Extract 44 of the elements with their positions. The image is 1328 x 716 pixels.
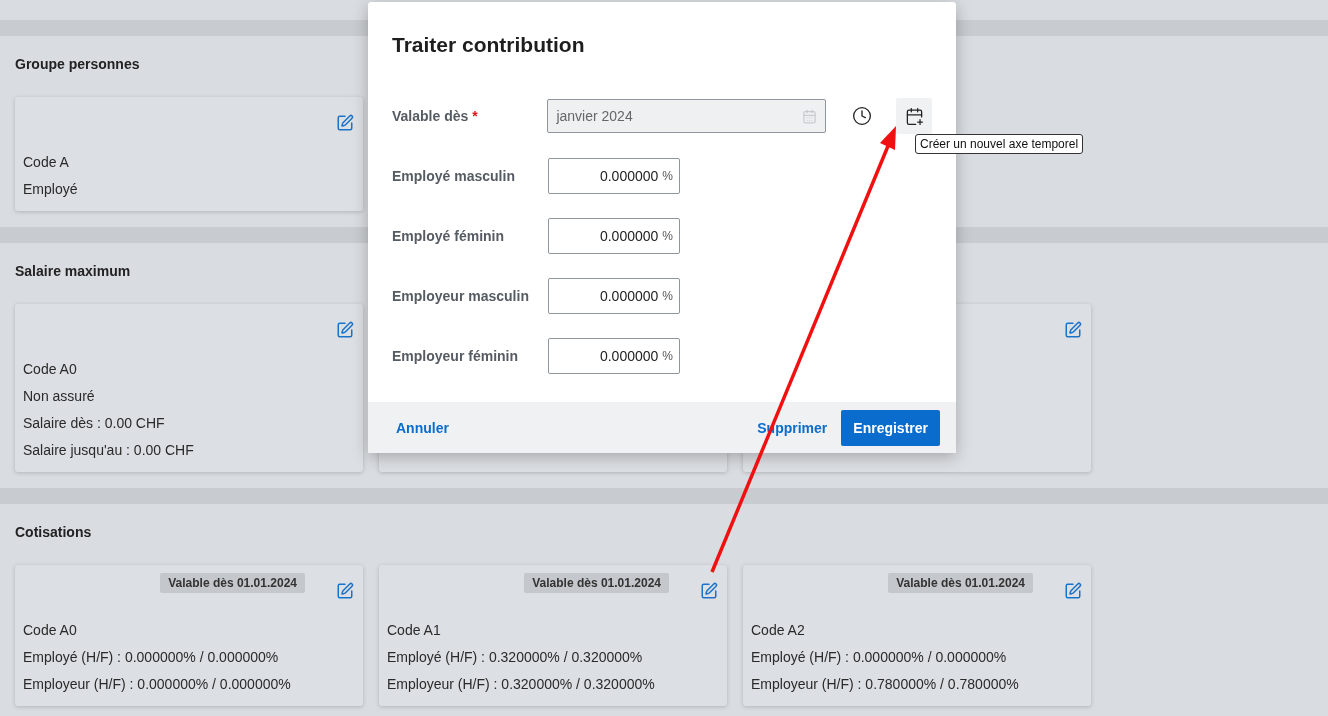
card-text: Employé (H/F) : 0.320000% / 0.320000% xyxy=(387,648,644,667)
field-label: Employeur masculin xyxy=(392,288,530,304)
edit-icon[interactable] xyxy=(1064,321,1082,339)
field-label: Employeur féminin xyxy=(392,348,520,364)
card-text: Code A0 xyxy=(23,621,78,640)
section-title: Cotisations xyxy=(15,524,93,540)
field-label: Employé masculin xyxy=(392,168,516,184)
card-text: Employeur (H/F) : 0.320000% / 0.320000% xyxy=(387,675,656,694)
validity-badge: Valable dès 01.01.2024 xyxy=(888,573,1033,593)
card-text: Non assuré xyxy=(23,387,96,406)
dialog-title: Traiter contribution xyxy=(392,32,586,58)
save-button[interactable]: Enregistrer xyxy=(841,409,940,446)
card-text: Salaire dès : 0.00 CHF xyxy=(23,414,166,433)
percent-field[interactable]: 0.000000 % xyxy=(548,278,680,314)
card-text: Employeur (H/F) : 0.000000% / 0.000000% xyxy=(23,675,292,694)
field-label: Employé féminin xyxy=(392,228,506,244)
card-text: Employé xyxy=(23,180,79,199)
percent-field[interactable]: 0.000000 % xyxy=(548,158,680,194)
edit-icon[interactable] xyxy=(700,582,718,600)
calendar-plus-icon xyxy=(904,106,924,126)
card-text: Code A1 xyxy=(387,621,442,640)
edit-icon[interactable] xyxy=(336,114,354,132)
card-text: Code A0 xyxy=(23,360,78,379)
card-text: Employeur (H/F) : 0.780000% / 0.780000% xyxy=(751,675,1020,694)
card-text: Code A2 xyxy=(751,621,806,640)
section-title: Groupe personnes xyxy=(15,56,141,72)
validity-badge: Valable dès 01.01.2024 xyxy=(524,573,669,593)
percent-field[interactable]: 0.000000 % xyxy=(548,338,680,374)
tooltip: Créer un nouvel axe temporel xyxy=(915,134,1084,154)
validity-badge: Valable dès 01.01.2024 xyxy=(160,573,305,593)
card-text: Salaire jusqu'au : 0.00 CHF xyxy=(23,441,195,460)
new-timeline-button[interactable] xyxy=(896,98,932,134)
clock-icon xyxy=(852,106,873,126)
field-label: Valable dès * xyxy=(392,108,479,124)
card-text: Employé (H/F) : 0.000000% / 0.000000% xyxy=(23,648,280,667)
cancel-link[interactable]: Annuler xyxy=(396,419,449,436)
edit-icon[interactable] xyxy=(336,321,354,339)
percent-field[interactable]: 0.000000 % xyxy=(548,218,680,254)
card-text: Employé (H/F) : 0.000000% / 0.000000% xyxy=(751,648,1008,667)
edit-icon[interactable] xyxy=(1064,582,1082,600)
card-text: Code A xyxy=(23,153,70,172)
section-title: Salaire maximum xyxy=(15,263,132,279)
calendar-icon xyxy=(802,108,818,124)
edit-icon[interactable] xyxy=(336,582,354,600)
